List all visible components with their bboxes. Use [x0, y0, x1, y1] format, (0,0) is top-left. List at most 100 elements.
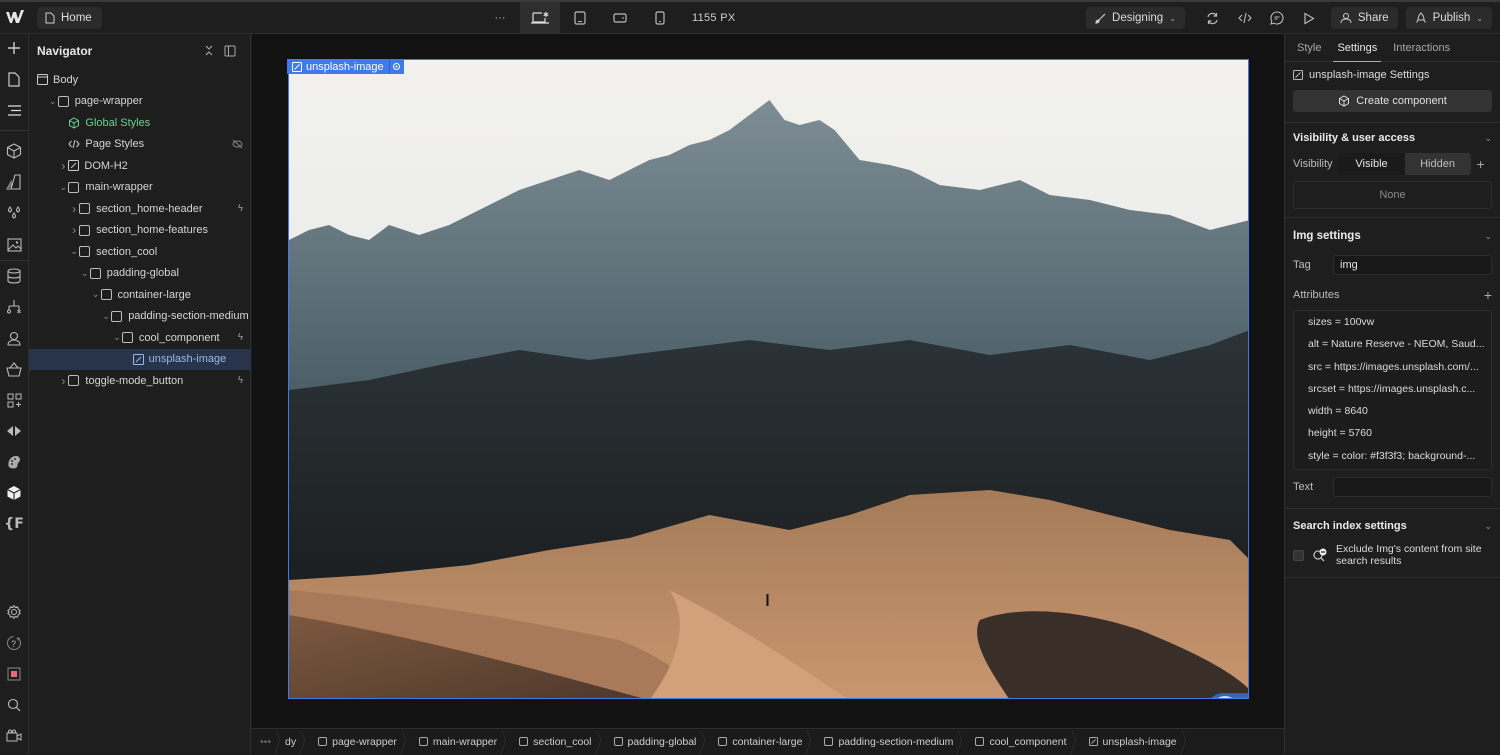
caret-down-icon[interactable]: ⌄: [91, 289, 101, 300]
dock-panel-icon[interactable]: [224, 45, 236, 57]
navigator-icon[interactable]: [5, 101, 23, 119]
caret-down-icon[interactable]: ⌄: [101, 311, 111, 322]
caret-down-icon[interactable]: ⌄: [80, 268, 90, 279]
collapse-all-icon[interactable]: [204, 45, 214, 56]
finsweet-icon[interactable]: {F: [4, 515, 24, 533]
record-icon[interactable]: [5, 665, 23, 683]
comments-button[interactable]: [1263, 4, 1291, 32]
breadcrumb-overflow[interactable]: •••: [252, 729, 281, 755]
caret-right-icon[interactable]: ›: [58, 374, 68, 388]
palette-icon[interactable]: [5, 453, 23, 471]
search-icon[interactable]: [5, 696, 23, 714]
breadcrumb-item[interactable]: page-wrapper: [306, 729, 407, 755]
attribute-item[interactable]: src = https://images.unsplash.com/...: [1294, 356, 1491, 378]
add-elements-icon[interactable]: [5, 39, 23, 57]
attribute-item[interactable]: style = color: #f3f3f3; background-...: [1294, 445, 1491, 467]
publish-button[interactable]: Publish ⌄: [1405, 7, 1492, 29]
breadcrumb-item[interactable]: dy: [281, 729, 306, 755]
exclude-search-checkbox[interactable]: [1293, 549, 1304, 561]
video-tutorial-icon[interactable]: [5, 727, 23, 745]
navigator-item[interactable]: › toggle-mode_button ϟ: [29, 370, 251, 392]
attribute-item[interactable]: sizes = 100vw: [1294, 311, 1491, 333]
navigator-item[interactable]: ⌄ main-wrapper: [29, 177, 251, 199]
attribute-item[interactable]: alt = Nature Reserve - NEOM, Saud...: [1294, 333, 1491, 355]
visibility-section-header[interactable]: Visibility & user access ⌄: [1285, 123, 1500, 153]
breadcrumb-item[interactable]: unsplash-image: [1077, 729, 1187, 755]
breakpoint-desktop-button[interactable]: ✱: [520, 2, 560, 34]
visibility-hidden-option[interactable]: Hidden: [1404, 153, 1471, 175]
caret-right-icon[interactable]: ›: [69, 202, 79, 216]
help-icon[interactable]: ? +: [5, 634, 23, 652]
breadcrumb-item[interactable]: main-wrapper: [407, 729, 507, 755]
caret-down-icon[interactable]: ⌄: [112, 332, 122, 343]
search-index-header[interactable]: Search index settings ⌄: [1285, 509, 1500, 543]
breakpoint-landscape-button[interactable]: [600, 2, 640, 34]
tab-style[interactable]: Style: [1289, 34, 1329, 61]
attribute-item[interactable]: srcset = https://images.unsplash.c...: [1294, 378, 1491, 400]
webflow-logo-icon[interactable]: [6, 10, 24, 26]
ecommerce-icon[interactable]: [5, 360, 23, 378]
box-app-icon[interactable]: [5, 484, 23, 502]
caret-right-icon[interactable]: ›: [69, 223, 79, 237]
navigator-item[interactable]: ⌄ section_cool: [29, 241, 251, 263]
pages-icon[interactable]: [5, 70, 23, 88]
apps-icon[interactable]: [5, 391, 23, 409]
tab-interactions[interactable]: Interactions: [1385, 34, 1458, 61]
add-attribute-icon[interactable]: +: [1484, 287, 1492, 303]
breadcrumb-item[interactable]: container-large: [706, 729, 812, 755]
settings-gear-icon[interactable]: [5, 603, 23, 621]
caret-down-icon[interactable]: ⌄: [69, 246, 79, 257]
code-button[interactable]: [1231, 4, 1259, 32]
navigator-item[interactable]: ⌄ padding-section-medium: [29, 306, 251, 328]
caret-down-icon[interactable]: ⌄: [48, 96, 58, 107]
navigator-item[interactable]: unsplash-image: [29, 348, 251, 370]
more-button[interactable]: ···: [480, 2, 520, 34]
navigator-item[interactable]: Body: [29, 69, 251, 91]
unsplash-image-element[interactable]: ✦: [288, 59, 1249, 699]
sync-button[interactable]: [1199, 4, 1227, 32]
assets-icon[interactable]: [5, 235, 23, 253]
tag-input[interactable]: img: [1333, 255, 1492, 275]
navigator-item[interactable]: ⌄ cool_component ϟ: [29, 327, 251, 349]
navigator-item[interactable]: ⌄ container-large: [29, 284, 251, 306]
split-icon[interactable]: [5, 422, 23, 440]
breadcrumb-item[interactable]: padding-section-medium: [812, 729, 963, 755]
attribute-item[interactable]: height = 5760: [1294, 422, 1491, 444]
cms-icon[interactable]: [5, 267, 23, 285]
share-button[interactable]: Share: [1330, 7, 1398, 29]
navigator-item[interactable]: › section_home-header ϟ: [29, 198, 251, 220]
navigator-item[interactable]: ⌄ padding-global: [29, 263, 251, 285]
navigator-item[interactable]: Page Styles: [29, 134, 251, 156]
navigator-item[interactable]: › section_home-features: [29, 220, 251, 242]
style-selectors-icon[interactable]: [5, 173, 23, 191]
element-settings-gear-icon[interactable]: [388, 59, 404, 74]
logic-icon[interactable]: [5, 298, 23, 316]
page-selector-button[interactable]: Home: [37, 7, 102, 29]
img-settings-header[interactable]: Img settings ⌄: [1285, 218, 1500, 254]
components-icon[interactable]: [5, 142, 23, 160]
visibility-visible-option[interactable]: Visible: [1338, 153, 1405, 175]
breakpoint-tablet-button[interactable]: [560, 2, 600, 34]
attribute-item[interactable]: width = 8640: [1294, 400, 1491, 422]
caret-right-icon[interactable]: ›: [58, 159, 68, 173]
tab-settings[interactable]: Settings: [1329, 34, 1385, 62]
breakpoint-portrait-button[interactable]: [640, 2, 680, 34]
create-component-button[interactable]: Create component: [1293, 90, 1492, 112]
navigator-item[interactable]: Global Styles: [29, 112, 251, 134]
users-icon[interactable]: [5, 329, 23, 347]
mode-dropdown[interactable]: Designing ⌄: [1086, 7, 1185, 29]
canvas-width-readout[interactable]: 1155 PX: [692, 12, 735, 24]
breadcrumb-item[interactable]: padding-global: [602, 729, 707, 755]
design-canvas[interactable]: ✦ unsplash-image: [252, 34, 1284, 728]
navigator-item-label: section_cool: [96, 245, 158, 258]
breadcrumb-item[interactable]: section_cool: [507, 729, 601, 755]
preview-button[interactable]: [1295, 4, 1323, 32]
selected-element-tag[interactable]: unsplash-image: [287, 59, 404, 74]
add-condition-icon[interactable]: +: [1477, 156, 1485, 172]
caret-down-icon[interactable]: ⌄: [58, 182, 68, 193]
text-input[interactable]: [1333, 477, 1492, 498]
navigator-item[interactable]: › DOM-H2: [29, 155, 251, 177]
navigator-item[interactable]: ⌄ page-wrapper: [29, 91, 251, 113]
breadcrumb-item[interactable]: cool_component: [963, 729, 1076, 755]
variables-icon[interactable]: [5, 204, 23, 222]
